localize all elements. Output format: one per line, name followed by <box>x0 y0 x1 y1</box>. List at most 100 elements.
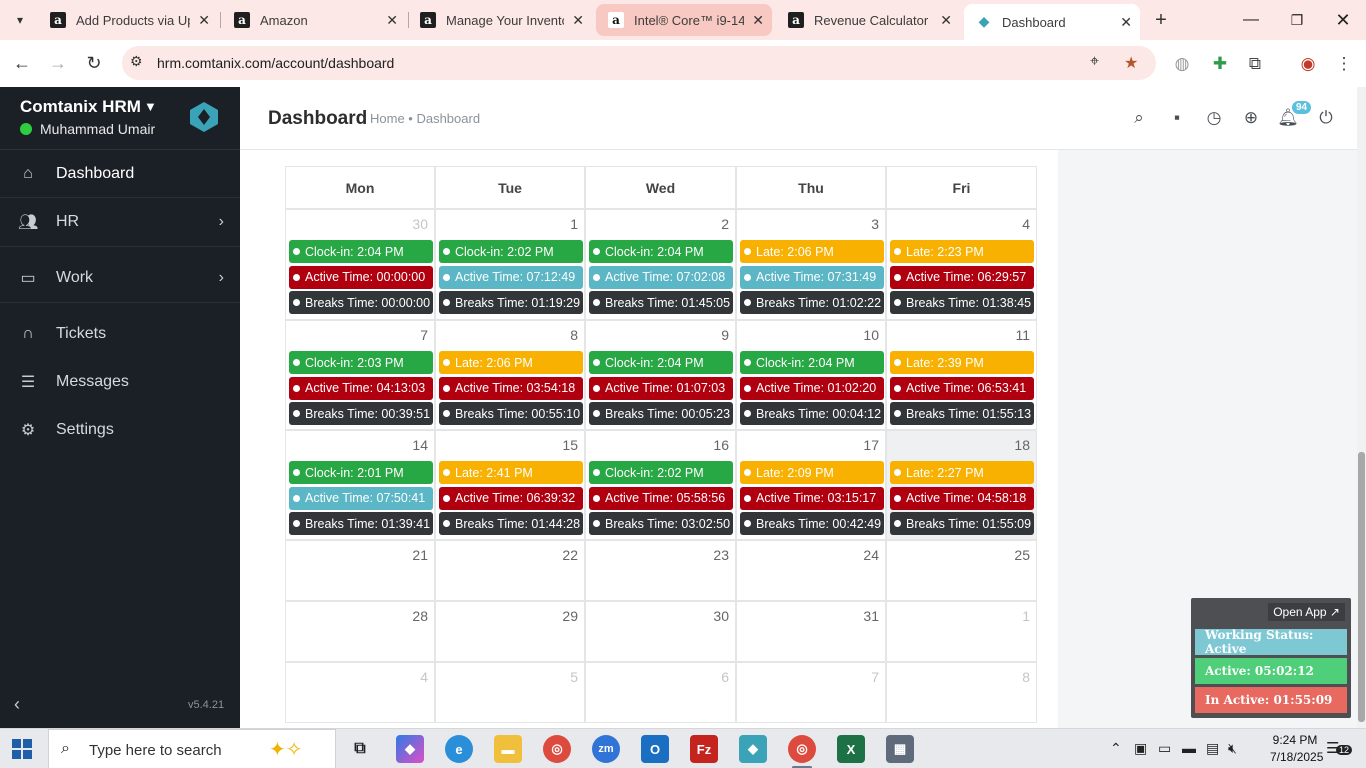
calculator-icon[interactable]: ▦ <box>886 735 914 763</box>
profile-icon[interactable]: ◉ <box>1296 52 1320 76</box>
chevron-down-icon[interactable]: ▼ <box>144 99 157 114</box>
calendar-day[interactable]: 14 Clock-in: 2:01 PM Active Time: 07:50:41… <box>285 430 435 540</box>
calendar-day[interactable]: 18 Late: 2:27 PM Active Time: 04:58:18 Brea… <box>886 430 1037 540</box>
attendance-event[interactable]: Breaks Time: 01:38:45 <box>890 291 1034 314</box>
attendance-event[interactable]: Clock-in: 2:04 PM <box>740 351 884 374</box>
window-close-icon[interactable]: ✕ <box>1320 0 1366 40</box>
calendar-day[interactable]: 30 <box>585 601 736 662</box>
restore-icon[interactable]: ❐ <box>1274 0 1320 40</box>
attendance-event[interactable]: Active Time: 06:53:41 <box>890 376 1034 400</box>
attendance-event[interactable]: Late: 2:39 PM <box>890 351 1034 374</box>
extension-plus-icon[interactable]: ✚ <box>1208 52 1232 76</box>
calendar-day[interactable]: 28 <box>285 601 435 662</box>
attendance-event[interactable]: Breaks Time: 01:55:09 <box>890 512 1034 535</box>
attendance-event[interactable]: Late: 2:41 PM <box>439 461 583 484</box>
calendar-day[interactable]: 5 <box>435 662 585 723</box>
translate-icon[interactable]: ◍ <box>1170 52 1194 76</box>
close-icon[interactable]: ✕ <box>198 12 210 29</box>
file-explorer-icon[interactable]: ▬ <box>494 735 522 763</box>
calendar-day[interactable]: 7 <box>736 662 886 723</box>
calendar-day[interactable]: 21 <box>285 540 435 601</box>
calendar-day[interactable]: 29 <box>435 601 585 662</box>
close-icon[interactable]: ✕ <box>940 12 952 29</box>
attendance-event[interactable]: Breaks Time: 01:19:29 <box>439 291 583 314</box>
volume-muted-icon[interactable]: 🔇︎ <box>1228 740 1237 757</box>
attendance-event[interactable]: Breaks Time: 00:05:23 <box>589 402 733 425</box>
calendar-day[interactable]: 22 <box>435 540 585 601</box>
collapse-sidebar-icon[interactable]: ‹ <box>14 694 20 715</box>
calendar-day[interactable]: 15 Late: 2:41 PM Active Time: 06:39:32 Brea… <box>435 430 585 540</box>
tab-3[interactable]: a Intel® Core™ i9-1490 ✕ <box>596 4 772 36</box>
minimize-icon[interactable]: — <box>1228 0 1274 40</box>
sidebar-item-hr[interactable]: 👥︎ HR › <box>0 199 240 245</box>
meet-icon[interactable]: ▣ <box>1134 740 1147 757</box>
sticky-note-icon[interactable]: ▪ <box>1166 107 1188 129</box>
calendar-day[interactable]: 17 Late: 2:09 PM Active Time: 03:15:17 Brea… <box>736 430 886 540</box>
add-circle-icon[interactable]: ⊕ <box>1240 107 1262 129</box>
task-view-icon[interactable]: ⧉ <box>346 735 374 763</box>
attendance-event[interactable]: Breaks Time: 00:42:49 <box>740 512 884 535</box>
attendance-event[interactable]: Active Time: 06:39:32 <box>439 486 583 510</box>
breadcrumb[interactable]: Home • Dashboard <box>370 111 480 126</box>
tray-chevron-icon[interactable]: ⌃ <box>1110 740 1122 757</box>
windows-start-icon[interactable] <box>12 739 32 759</box>
attendance-event[interactable]: Active Time: 07:02:08 <box>589 265 733 289</box>
attendance-event[interactable]: Breaks Time: 01:55:13 <box>890 402 1034 425</box>
attendance-event[interactable]: Clock-in: 2:02 PM <box>439 240 583 263</box>
calendar-day[interactable]: 9 Clock-in: 2:04 PM Active Time: 01:07:03 B… <box>585 320 736 430</box>
excel-icon[interactable]: X <box>837 735 865 763</box>
sidebar-item-messages[interactable]: ☰ Messages <box>0 359 240 405</box>
filezilla-icon[interactable]: Fz <box>690 735 718 763</box>
location-icon[interactable]: ⌖ <box>1090 53 1099 71</box>
attendance-event[interactable]: Late: 2:09 PM <box>740 461 884 484</box>
calendar-day[interactable]: 4 <box>285 662 435 723</box>
calendar-day[interactable]: 11 Late: 2:39 PM Active Time: 06:53:41 Brea… <box>886 320 1037 430</box>
sidebar-item-settings[interactable]: ⚙ Settings <box>0 407 240 453</box>
chrome-profile-icon[interactable]: ◎ <box>788 735 816 763</box>
sidebar-item-tickets[interactable]: ∩ Tickets <box>0 311 240 357</box>
battery-icon[interactable]: ▬ <box>1182 740 1196 756</box>
network-icon[interactable]: ▤ <box>1206 740 1219 757</box>
clock-icon[interactable]: ◷ <box>1203 107 1225 129</box>
tab-5[interactable]: ◆ Dashboard ✕ <box>964 4 1140 40</box>
open-app-button[interactable]: Open App ↗ <box>1268 603 1345 621</box>
brand-name[interactable]: Comtanix HRM <box>20 97 141 117</box>
calendar-day[interactable]: 6 <box>585 662 736 723</box>
calendar-day[interactable]: 10 Clock-in: 2:04 PM Active Time: 01:02:20… <box>736 320 886 430</box>
calendar-day[interactable]: 23 <box>585 540 736 601</box>
extensions-icon[interactable]: ⧉ <box>1243 52 1267 76</box>
attendance-event[interactable]: Clock-in: 2:04 PM <box>289 240 433 263</box>
attendance-event[interactable]: Active Time: 01:07:03 <box>589 376 733 400</box>
attendance-event[interactable]: Active Time: 04:58:18 <box>890 486 1034 510</box>
attendance-event[interactable]: Breaks Time: 03:02:50 <box>589 512 733 535</box>
close-icon[interactable]: ✕ <box>752 12 764 29</box>
tab-2[interactable]: a Manage Your Invento ✕ <box>408 4 592 36</box>
attendance-event[interactable]: Clock-in: 2:03 PM <box>289 351 433 374</box>
attendance-event[interactable]: Clock-in: 2:02 PM <box>589 461 733 484</box>
attendance-event[interactable]: Breaks Time: 01:45:05 <box>589 291 733 314</box>
sidebar-item-dashboard[interactable]: ⌂ Dashboard <box>0 151 240 197</box>
attendance-event[interactable]: Late: 2:23 PM <box>890 240 1034 263</box>
chrome-icon[interactable]: ◎ <box>543 735 571 763</box>
attendance-event[interactable]: Clock-in: 2:01 PM <box>289 461 433 484</box>
sidebar-item-work[interactable]: ▭ Work › <box>0 255 240 301</box>
attendance-event[interactable]: Clock-in: 2:04 PM <box>589 240 733 263</box>
attendance-event[interactable]: Breaks Time: 01:02:22 <box>740 291 884 314</box>
attendance-event[interactable]: Breaks Time: 00:39:51 <box>289 402 433 425</box>
attendance-event[interactable]: Active Time: 06:29:57 <box>890 265 1034 289</box>
attendance-event[interactable]: Late: 2:06 PM <box>740 240 884 263</box>
copilot-icon[interactable]: ◆ <box>396 735 424 763</box>
menu-icon[interactable]: ⋮ <box>1332 52 1356 76</box>
calendar-day[interactable]: 24 <box>736 540 886 601</box>
new-tab-icon[interactable]: + <box>1149 8 1173 32</box>
calendar-day[interactable]: 7 Clock-in: 2:03 PM Active Time: 04:13:03 B… <box>285 320 435 430</box>
attendance-event[interactable]: Breaks Time: 00:55:10 <box>439 402 583 425</box>
attendance-event[interactable]: Breaks Time: 00:04:12 <box>740 402 884 425</box>
attendance-event[interactable]: Active Time: 07:12:49 <box>439 265 583 289</box>
attendance-event[interactable]: Breaks Time: 01:39:41 <box>289 512 433 535</box>
calendar-day[interactable]: 31 <box>736 601 886 662</box>
calendar-day[interactable]: 1 <box>886 601 1037 662</box>
outlook-icon[interactable]: O <box>641 735 669 763</box>
attendance-event[interactable]: Breaks Time: 00:00:00 <box>289 291 433 314</box>
back-icon[interactable]: ← <box>10 51 34 75</box>
